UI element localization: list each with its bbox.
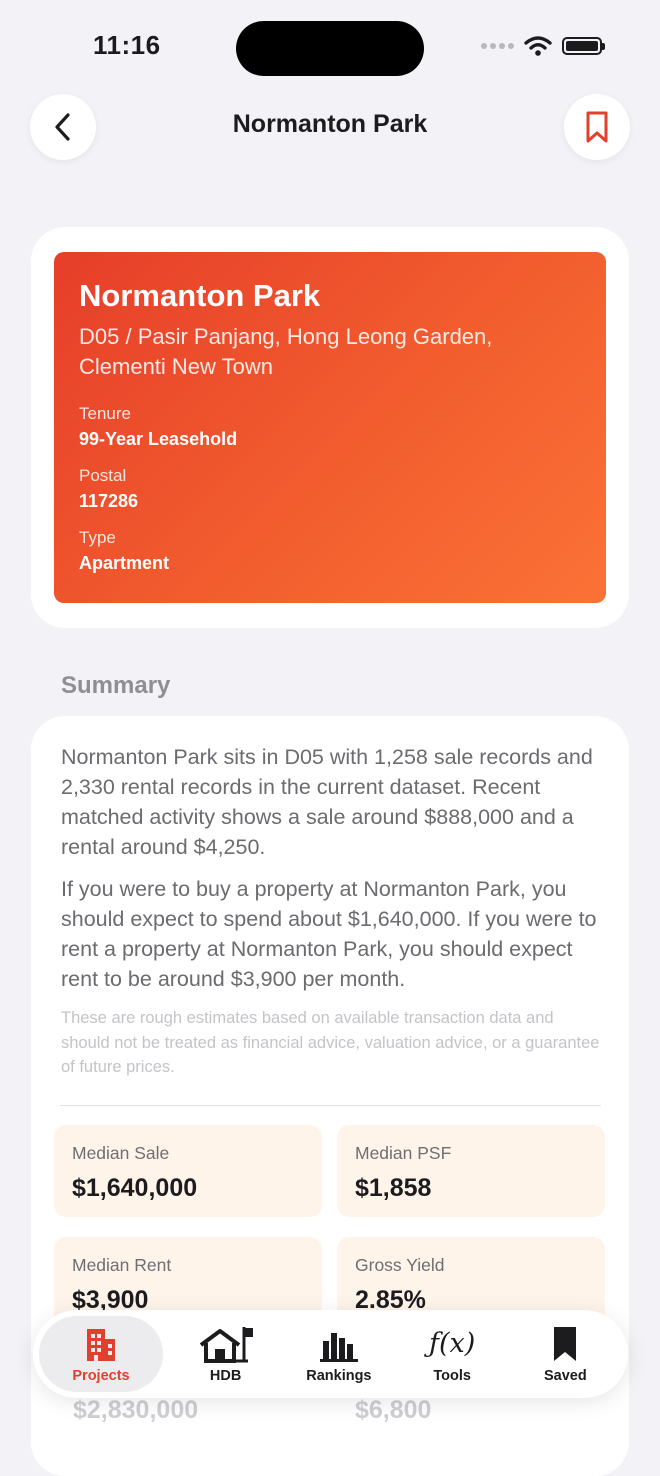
metric-value: $1,858 <box>355 1174 432 1202</box>
summary-paragraph: Normanton Park sits in D05 with 1,258 sa… <box>61 745 593 859</box>
house-flag-icon <box>198 1325 254 1363</box>
building-icon <box>83 1325 119 1363</box>
metric-label: Median Sale <box>72 1143 170 1163</box>
tab-label: Saved <box>544 1367 587 1384</box>
metric-value-partial: $2,830,000 <box>73 1396 199 1424</box>
tab-saved[interactable]: Saved <box>509 1316 622 1392</box>
divider <box>60 1105 601 1106</box>
tab-tools[interactable]: ƒ(x) Tools <box>396 1316 509 1392</box>
status-icons <box>481 36 605 56</box>
bookmark-icon <box>552 1325 578 1363</box>
postal-label: Postal <box>79 466 127 485</box>
summary-paragraph: If you were to buy a property at Normant… <box>61 877 597 991</box>
metric-label: Gross Yield <box>355 1255 445 1275</box>
metric-label: Median PSF <box>355 1143 452 1163</box>
tenure-value: 99-Year Leasehold <box>79 429 238 449</box>
metric-median-sale: Median Sale $1,640,000 <box>54 1125 322 1217</box>
tab-rankings[interactable]: Rankings <box>282 1316 395 1392</box>
function-icon: ƒ(x) <box>428 1327 476 1359</box>
type-value: Apartment <box>79 553 170 573</box>
metric-median-psf: Median PSF $1,858 <box>337 1125 605 1217</box>
wifi-icon <box>524 36 552 56</box>
summary-text: Normanton Park sits in D05 with 1,258 sa… <box>61 742 606 1006</box>
tab-label: Projects <box>72 1367 130 1384</box>
page-title: Normanton Park <box>232 110 428 138</box>
tab-label: Tools <box>433 1367 471 1384</box>
status-time: 11:16 <box>93 30 161 60</box>
disclaimer-text: These are rough estimates based on avail… <box>61 1009 600 1076</box>
type-label: Type <box>79 528 116 547</box>
tenure-label: Tenure <box>79 404 131 423</box>
tab-hdb[interactable]: HDB <box>169 1316 282 1392</box>
tab-label: HDB <box>209 1367 242 1384</box>
tab-bar: Projects HDB Rankings ƒ(x) Tools Saved <box>33 1310 628 1398</box>
battery-icon <box>562 37 605 55</box>
summary-heading: Summary <box>61 672 171 699</box>
project-name: Normanton Park <box>79 278 321 313</box>
bookmark-button[interactable] <box>564 94 630 160</box>
postal-value: 117286 <box>79 491 139 511</box>
project-hero-card: Normanton Park D05 / Pasir Panjang, Hong… <box>54 252 606 603</box>
bookmark-icon <box>586 111 608 143</box>
hero-card-container: Normanton Park D05 / Pasir Panjang, Hong… <box>31 227 629 628</box>
project-location: D05 / Pasir Panjang, Hong Leong Garden, … <box>79 324 493 379</box>
bar-chart-icon <box>319 1325 359 1363</box>
metric-value: $1,640,000 <box>72 1174 198 1202</box>
metric-label: Median Rent <box>72 1255 172 1275</box>
tab-label: Rankings <box>306 1367 372 1384</box>
metric-value-partial: $6,800 <box>355 1396 432 1424</box>
cellular-icon <box>481 43 514 49</box>
dynamic-island <box>236 21 424 76</box>
tab-projects[interactable]: Projects <box>39 1316 163 1392</box>
